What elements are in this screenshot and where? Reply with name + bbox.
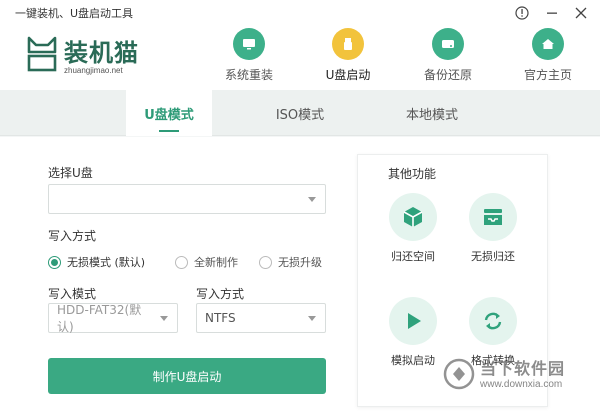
watermark: 当下软件园 www.downxia.com [440, 355, 590, 399]
nav-label: 系统重装 [224, 68, 273, 82]
tab-local-mode[interactable]: 本地模式 [390, 90, 474, 136]
brand-site: zhuangjimao.net [64, 66, 123, 75]
func-label: 模拟启动 [391, 354, 435, 367]
radio-label: 无损升级 [278, 256, 322, 269]
nav-label: U盘启动 [325, 68, 371, 82]
nav-official-home[interactable]: 官方主页 [508, 28, 588, 88]
radio-label: 无损模式 (默认) [67, 256, 146, 269]
nav-label: 官方主页 [523, 68, 572, 82]
box-icon [403, 207, 423, 227]
nav-usb-boot[interactable]: U盘启动 [308, 28, 388, 88]
nav-system-reinstall[interactable]: 系统重装 [209, 28, 289, 88]
monitor-icon [243, 39, 255, 50]
func-label: 无损归还 [471, 250, 515, 263]
brand-name: 装机猫 [64, 39, 139, 67]
lossless-restore-button[interactable]: 无损归还 [458, 193, 528, 264]
tab-usb-mode[interactable]: U盘模式 [126, 90, 212, 136]
radio-fresh-build[interactable]: 全新制作 [175, 254, 238, 270]
cat-logo-icon [27, 36, 57, 72]
write-mode-value: HDD-FAT32(默认) [57, 303, 142, 334]
usb-drive-select[interactable] [48, 184, 326, 214]
convert-arrows-icon [484, 312, 502, 330]
usb-select-label: 选择U盘 [48, 166, 93, 180]
radio-indicator [175, 255, 188, 269]
play-icon [408, 313, 421, 329]
radio-lossless-upgrade[interactable]: 无损升级 [259, 254, 322, 270]
simulate-boot-button[interactable]: 模拟启动 [378, 297, 448, 368]
window-title: 一键装机、U盘启动工具 [15, 7, 134, 20]
write-method-label: 写入方式 [48, 229, 97, 243]
radio-label: 全新制作 [194, 256, 238, 269]
reclaim-space-button[interactable]: 归还空间 [378, 193, 448, 264]
help-button[interactable] [512, 3, 532, 23]
usb-drive-icon [344, 38, 352, 50]
disk-drive-icon [442, 40, 454, 48]
chevron-down-icon [308, 316, 316, 321]
watermark-text: 当下软件园 [480, 359, 566, 378]
mode-tabs: U盘模式 ISO模式 本地模式 [0, 90, 600, 136]
help-icon [515, 6, 529, 20]
watermark-logo-icon [443, 358, 475, 390]
watermark-url: www.downxia.com [480, 379, 563, 390]
filesystem-value: NTFS [205, 311, 236, 325]
filesystem-label: 写入方式 [196, 287, 245, 301]
chevron-down-icon [160, 316, 168, 321]
home-icon [542, 39, 554, 49]
write-mode-select[interactable]: HDD-FAT32(默认) [48, 303, 178, 334]
filesystem-select[interactable]: NTFS [196, 303, 326, 333]
title-bar: 一键装机、U盘启动工具 [0, 0, 600, 26]
func-label: 归还空间 [391, 250, 435, 263]
minimize-icon [547, 12, 557, 14]
header: 装机猫 zhuangjimao.net 系统重装 U盘启动 备份还原 官方主页 [0, 26, 600, 90]
chevron-down-icon [308, 197, 316, 202]
radio-lossless-mode[interactable]: 无损模式 (默认) [48, 254, 145, 270]
inbox-tray-icon [484, 209, 502, 225]
radio-indicator [48, 255, 61, 269]
other-functions-title: 其他功能 [388, 167, 437, 181]
radio-indicator [259, 255, 272, 269]
minimize-button[interactable] [542, 3, 562, 23]
close-button[interactable] [571, 3, 591, 23]
tab-iso-mode[interactable]: ISO模式 [258, 90, 342, 136]
write-mode-label: 写入模式 [48, 287, 97, 301]
make-usb-boot-button[interactable]: 制作U盘启动 [48, 358, 326, 394]
close-icon [575, 7, 587, 19]
nav-label: 备份还原 [423, 68, 472, 82]
nav-backup-restore[interactable]: 备份还原 [408, 28, 488, 88]
